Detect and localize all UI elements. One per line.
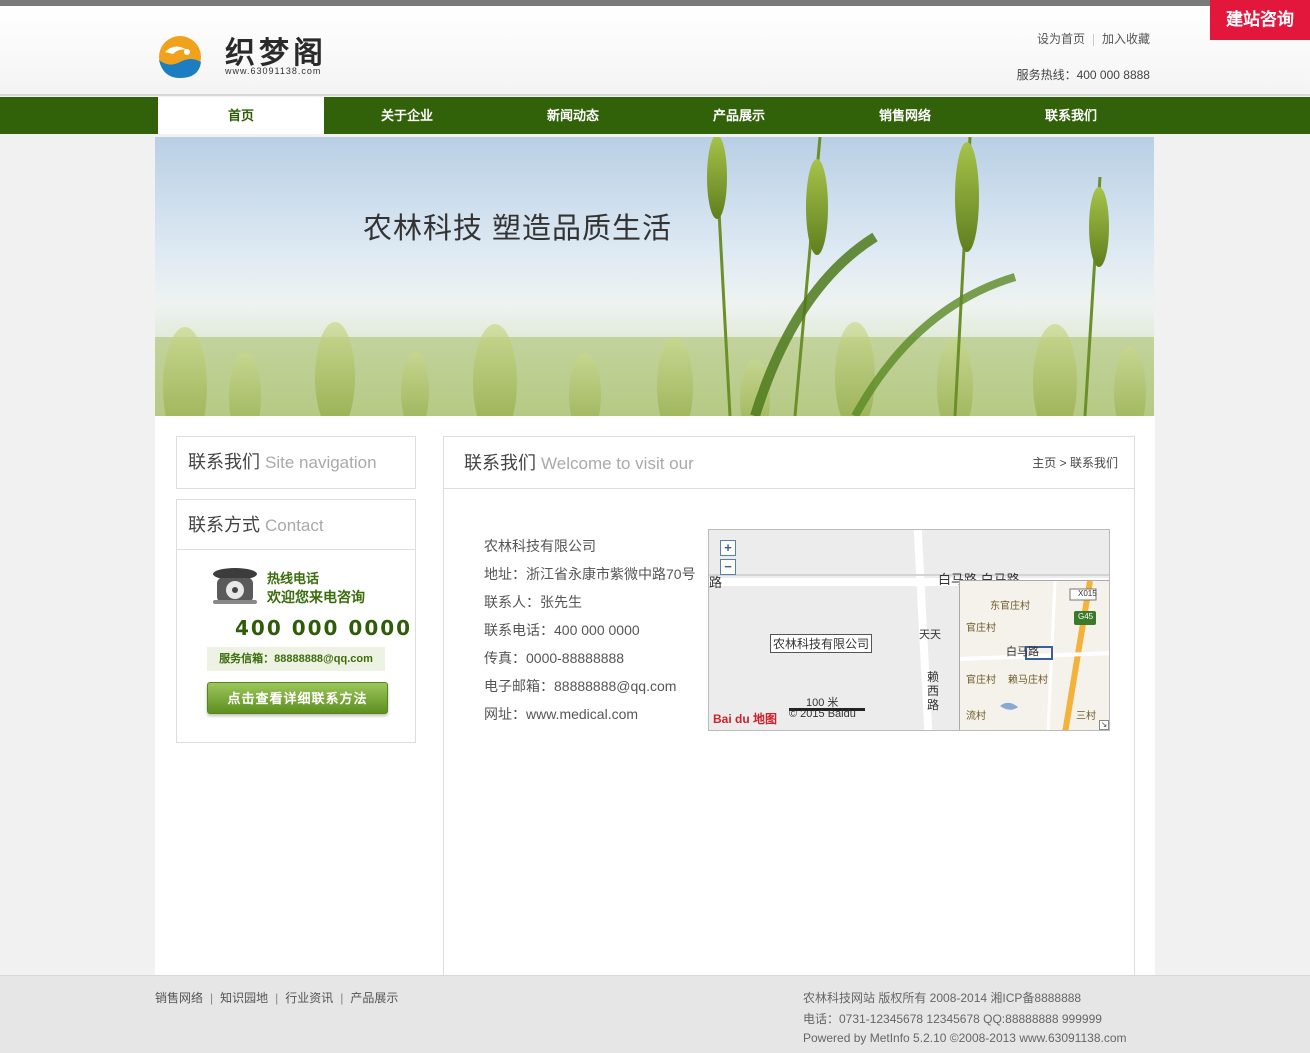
breadcrumb: 主页 > 联系我们 — [1032, 437, 1118, 489]
footer: 销售网络 | 知识园地 | 行业资讯 | 产品展示 农林科技网站 版权所有 2008-201… — [0, 975, 1310, 1053]
overview-label-laimazhuang: 赖马庄村 — [1008, 675, 1048, 686]
site-nav-title-en: Site navigation — [265, 453, 377, 472]
map-poi-tiantian: 天天 — [919, 629, 941, 641]
telephone-icon — [213, 568, 257, 604]
footer-powered-by: Powered by MetInfo 5.2.10 ©2008-2013 www… — [803, 1031, 1127, 1045]
contact-phone: 联系电话：400 000 0000 — [484, 622, 640, 638]
overview-label-baima: 白马路 — [1006, 646, 1039, 658]
map-road-laixi: 赖西路 — [927, 670, 940, 712]
top-links: 设为首页 加入收藏 — [1037, 30, 1150, 47]
contact-fax: 传真：0000-88888888 — [484, 650, 625, 666]
footer-link-sep: | — [210, 991, 214, 1005]
view-contact-details-button[interactable]: 点击查看详细联系方法 — [207, 682, 388, 714]
site-nav-heading: 联系我们 Site navigation — [177, 437, 415, 487]
overview-label-guanzhuang-2: 官庄村 — [966, 675, 996, 686]
footer-copyright: 农林科技网站 版权所有 2008-2014 湘ICP备8888888 — [803, 991, 1082, 1005]
main-panel: 联系我们 Welcome to visit our 主页 > 联系我们 农林科技… — [443, 436, 1135, 976]
site-nav-title: 联系我们 — [188, 452, 260, 472]
nav-item-contact[interactable]: 联系我们 — [988, 97, 1154, 134]
consult-button[interactable]: 建站咨询 — [1210, 0, 1310, 40]
nav-item-home[interactable]: 首页 — [158, 97, 324, 134]
main-title-en: Welcome to visit our — [541, 454, 694, 473]
add-favorite-link[interactable]: 加入收藏 — [1102, 32, 1150, 46]
footer-link-sep: | — [275, 991, 279, 1005]
hotline-label: 热线电话 — [267, 571, 320, 586]
link-divider — [1092, 33, 1094, 46]
footer-links: 销售网络 | 知识园地 | 行业资讯 | 产品展示 — [155, 989, 398, 1006]
overview-badge-x015: X015 — [1078, 589, 1097, 598]
service-hotline: 服务热线：400 000 8888 — [1016, 68, 1150, 82]
overview-label-dongguanzhuang: 东官庄村 — [990, 601, 1030, 612]
service-email: 服务信箱：88888888@qq.com — [207, 647, 385, 671]
contact-box: 联系方式 Contact 热线电话 欢迎您来电咨询 400 000 0000 服… — [176, 499, 416, 743]
website-url: 网址：www.medical.com — [484, 706, 639, 722]
footer-link-knowledge[interactable]: 知识园地 — [220, 991, 268, 1005]
logo-swirl-icon — [159, 36, 201, 78]
footer-link-sales[interactable]: 销售网络 — [155, 991, 203, 1005]
baidu-map-logo: Bai du 地图 — [713, 712, 778, 726]
company-name: 农林科技有限公司 — [484, 538, 596, 554]
map-copyright: © 2015 Baidu — [789, 708, 856, 720]
footer-link-sep: | — [340, 991, 344, 1005]
main-title: 联系我们 — [464, 453, 536, 473]
map-marker-label[interactable]: 农林科技有限公司 — [770, 634, 873, 653]
breadcrumb-separator: > — [1059, 456, 1067, 470]
nav-item-about[interactable]: 关于企业 — [324, 97, 490, 134]
contact-title: 联系方式 — [188, 515, 260, 535]
contact-person: 联系人：张先生 — [484, 594, 582, 610]
wheat-field-image — [155, 137, 1154, 416]
map-zoom-in-button[interactable]: + — [720, 540, 736, 556]
hotline-number: 400 000 0000 — [235, 616, 413, 640]
map-overview[interactable]: X015 G45 东官庄村 官庄村 白马路 官庄村 赖马庄村 流村 三村 ↘ — [959, 580, 1109, 730]
breadcrumb-current[interactable]: 联系我们 — [1070, 456, 1118, 470]
overview-collapse-icon[interactable]: ↘ — [1099, 720, 1109, 730]
footer-link-products[interactable]: 产品展示 — [350, 991, 398, 1005]
banner: 农林科技 塑造品质生活 — [155, 137, 1154, 416]
main-heading: 联系我们 Welcome to visit our 主页 > 联系我们 — [444, 437, 1134, 489]
content-area: 联系我们 Site navigation 联系方式 Contact 热线电话 欢… — [155, 416, 1155, 976]
set-homepage-link[interactable]: 设为首页 — [1037, 32, 1085, 46]
breadcrumb-home[interactable]: 主页 — [1032, 456, 1056, 470]
site-nav-box: 联系我们 Site navigation — [176, 436, 416, 489]
nav-item-products[interactable]: 产品展示 — [656, 97, 822, 134]
logo-subtitle: www.63091138.com — [225, 66, 322, 76]
welcome-text: 欢迎您来电咨询 — [267, 589, 365, 605]
map-road-left: 路 — [709, 575, 723, 590]
nav-item-news[interactable]: 新闻动态 — [490, 97, 656, 134]
main-nav: 首页 关于企业 新闻动态 产品展示 销售网络 联系我们 — [0, 97, 1310, 134]
contact-heading: 联系方式 Contact — [177, 500, 415, 550]
company-address: 地址：浙江省永康市紫微中路70号 — [484, 566, 696, 582]
contact-title-en: Contact — [265, 516, 324, 535]
overview-label-sancun: 三村 — [1076, 711, 1096, 722]
location-map[interactable]: + − 路 白马路 白马路 农林科技有限公司 天天 赖西路 100 米 © 20… — [708, 529, 1110, 731]
contact-email: 电子邮箱：88888888@qq.com — [484, 678, 677, 694]
overview-label-guanzhuang: 官庄村 — [966, 623, 996, 634]
overview-label-liucun: 流村 — [966, 711, 986, 722]
banner-title: 农林科技 塑造品质生活 — [363, 213, 673, 245]
nav-item-sales[interactable]: 销售网络 — [822, 97, 988, 134]
footer-link-industry[interactable]: 行业资讯 — [285, 991, 333, 1005]
footer-contact: 电话：0731-12345678 12345678 QQ:88888888 99… — [803, 1012, 1102, 1026]
overview-badge-g45: G45 — [1078, 612, 1094, 621]
header: 织梦阁 www.63091138.com 设为首页 加入收藏 服务热线：400 0… — [0, 6, 1310, 96]
site-logo[interactable]: 织梦阁 www.63091138.com — [157, 28, 357, 80]
map-zoom-out-button[interactable]: − — [720, 559, 736, 575]
